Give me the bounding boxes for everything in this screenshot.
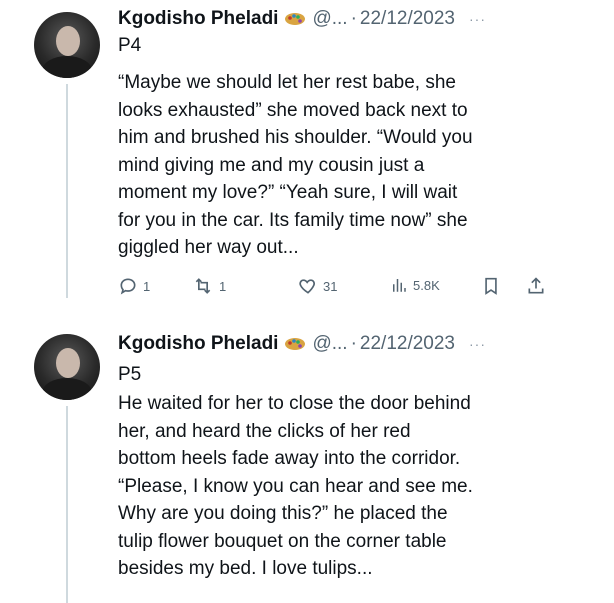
avatar-face [56,26,80,56]
thread-line [66,406,68,603]
avatar-face [56,348,80,378]
tweet-text-line: bottom heels fade away into the corridor… [118,448,461,469]
tweet-text-line: tulip flower bouquet on the corner table [118,530,447,552]
like-count: 31 [323,278,338,294]
tweet-text-line: him and brushed his shoulder. “Would you [118,127,473,148]
repost-icon [192,276,214,296]
like-button[interactable]: 31 [298,276,337,296]
tweet-header: Kgodisho Pheladi @... · 22/12/2023 ··· [118,6,486,32]
tweet-text-line: looks exhausted” she moved back next to [118,99,468,121]
tweet-text-line: mind giving me and my cousin just a [118,154,425,176]
post-date[interactable]: 22/12/2023 [360,8,455,30]
repost-button[interactable]: 1 [192,276,226,296]
tweet-header: Kgodisho Pheladi @... · 22/12/2023 ··· [118,331,486,357]
tweet-text-line: moment my love?” “Yeah sure, I will wait [118,182,458,203]
tweet-text: “Maybe we should let her rest babe, she … [118,69,548,262]
tweet-text: He waited for her to close the door behi… [118,390,548,583]
reply-count: 1 [143,278,151,294]
part-label: P5 [118,364,142,385]
heart-icon [298,276,318,296]
bookmark-button[interactable] [482,276,500,296]
tweet-text-line: “Maybe we should let her rest babe, she [118,72,456,93]
bookmark-icon [482,276,500,296]
palette-emoji-icon [284,12,306,26]
avatar-shoulders [42,56,92,78]
views-icon [390,276,408,294]
avatar[interactable] [34,12,100,78]
palette-emoji-icon [284,337,306,351]
share-button[interactable] [526,276,546,296]
author-handle[interactable]: @... [312,333,347,355]
part-label: P4 [118,35,142,56]
tweet-text-line: besides my bed. I love tulips... [118,558,373,579]
separator-dot: · [350,333,357,354]
avatar[interactable] [34,334,100,400]
tweet-text-line: for you in the car. Its family time now”… [118,209,468,231]
tweet-text-line: Why are you doing this?” he placed the [118,503,448,524]
avatar-shoulders [42,378,92,400]
author-handle[interactable]: @... [312,8,347,30]
author-name[interactable]: Kgodisho Pheladi [118,8,278,30]
share-icon [526,276,546,296]
tweet-text-line: “Please, I know you can hear and see me. [118,475,473,497]
tweet-actions: 1 1 31 5.8K [118,276,558,300]
tweet-text-line: her, and heard the clicks of her red [118,420,411,442]
author-name[interactable]: Kgodisho Pheladi [118,333,278,355]
reply-icon [118,276,138,296]
views-button[interactable]: 5.8K [390,276,440,294]
reply-button[interactable]: 1 [118,276,150,296]
thread-line [66,84,68,298]
more-options-icon[interactable]: ··· [469,336,486,352]
tweet-text-line: giggled her way out... [118,237,299,258]
repost-count: 1 [219,278,227,294]
post-date[interactable]: 22/12/2023 [360,333,455,355]
separator-dot: · [350,8,357,29]
view-count: 5.8K [413,277,440,293]
more-options-icon[interactable]: ··· [469,11,486,27]
tweet-text-line: He waited for her to close the door behi… [118,393,471,414]
